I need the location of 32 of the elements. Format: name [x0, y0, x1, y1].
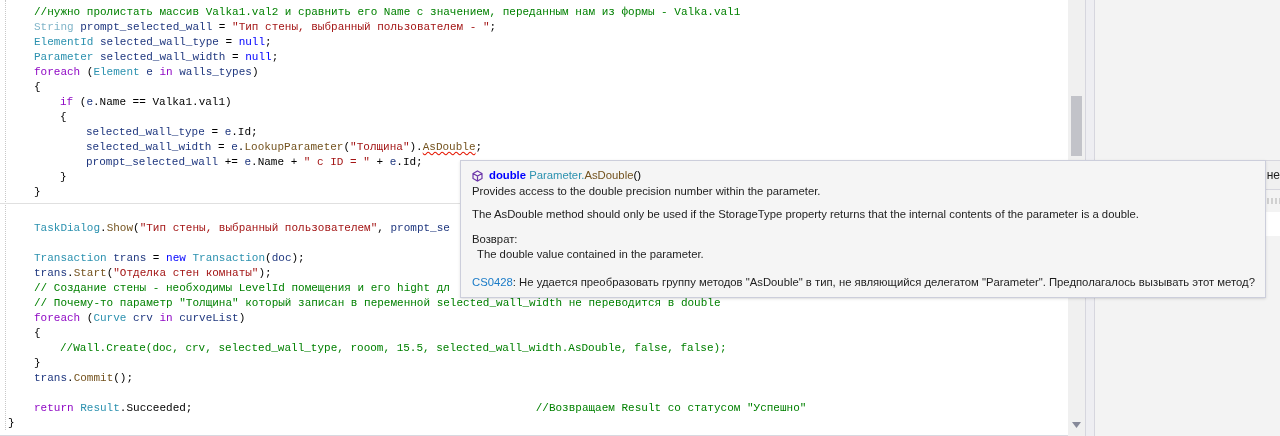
code-line: //нужно пролистать массив Valka1.val2 и сравнить его Name с значением, переданным нам из формы - Valka.val1	[34, 6, 741, 18]
code-line: //Wall.Create(doc, crv, selected_wall_type, rooom, 15.5, selected_wall_width.AsDouble, false, false);	[60, 342, 727, 354]
code-line: trans.Commit();	[34, 372, 134, 384]
code-line: // Почему-то параметр "Толщина" который записан в переменной selected_wall_width не переводится в double	[34, 297, 721, 309]
code-line: foreach (Curve crv in curveList)	[34, 312, 246, 324]
method-signature: double Parameter.AsDouble()	[489, 168, 641, 183]
code-line: return Result.Succeeded; //Возвращаем Result со статусом "Успешно"	[34, 402, 807, 414]
code-line: ElementId selected_wall_type = null;	[34, 36, 272, 48]
returns-label: Возврат:	[472, 233, 518, 245]
code-line: if (e.Name == Valka1.val1)	[60, 96, 232, 108]
code-line: }	[34, 186, 41, 198]
code-line: }	[34, 357, 41, 369]
code-line: String prompt_selected_wall = "Тип стены, выбранный пользователем - ";	[34, 21, 497, 33]
code-line: Transaction trans = new Transaction(doc);	[34, 252, 305, 264]
returns-text: The double value contained in the parameter.	[477, 248, 704, 260]
panel-row-label: не	[1266, 167, 1280, 184]
code-line: }	[60, 171, 67, 183]
code-line: selected_wall_width = e.LookupParameter("Толщина").AsDouble;	[86, 141, 483, 153]
code-line: // Создание стены - необходимы LevelId помещения и его hight дл	[34, 282, 450, 294]
summary-text: Provides access to the double precision number within the parameter.	[472, 185, 821, 197]
remarks-text: The AsDouble method should only be used if the StorageType property returns that the internal contents of the parameter is a double.	[472, 208, 1139, 220]
code-line: {	[34, 81, 41, 93]
code-line: {	[34, 327, 41, 339]
code-line: Parameter selected_wall_width = null;	[34, 51, 279, 63]
code-line: {	[60, 111, 67, 123]
code-line: trans.Start("Отделка стен комнаты");	[34, 267, 272, 279]
code-line: TaskDialog.Show("Тип стены, выбранный пользователем", prompt_se	[34, 222, 450, 234]
code-line: prompt_selected_wall += e.Name + " с ID = " + e.Id;	[86, 156, 423, 168]
code-line: selected_wall_type = e.Id;	[86, 126, 258, 138]
code-line: }	[8, 417, 15, 429]
code-line: foreach (Element e in walls_types)	[34, 66, 259, 78]
error-message: CS0428: Не удается преобразовать группу методов "AsDouble" в тип, не являющийся делегатом "Parameter". Предполагалось вызывать этот метод?	[472, 276, 1255, 288]
